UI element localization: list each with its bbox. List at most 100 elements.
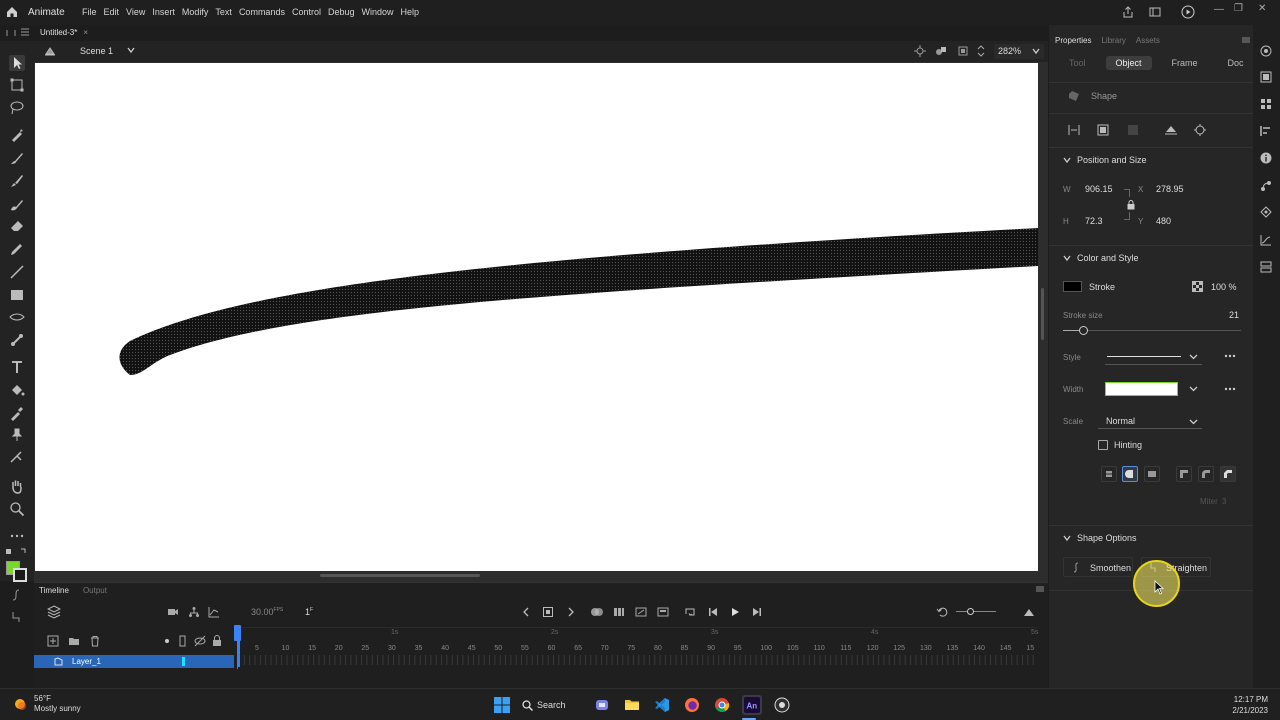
- menu-modify[interactable]: Modify: [182, 7, 209, 17]
- stroke-color-swatch[interactable]: [13, 568, 27, 582]
- stroke-shape[interactable]: [35, 63, 1038, 571]
- test-movie-icon[interactable]: [1181, 5, 1195, 19]
- join-miter-icon[interactable]: [1176, 466, 1192, 482]
- system-clock[interactable]: 12:17 PM 2/21/2023: [1232, 694, 1268, 716]
- minimize-icon[interactable]: —: [1214, 4, 1224, 15]
- bone-tool-icon[interactable]: [9, 332, 25, 348]
- more-tools-icon[interactable]: [9, 528, 25, 544]
- next-keyframe-icon[interactable]: [566, 606, 576, 618]
- straighten-option-icon[interactable]: [9, 610, 23, 624]
- stage-vertical-scrollbar[interactable]: [1041, 288, 1044, 340]
- scene-label[interactable]: Scene 1: [80, 46, 113, 56]
- color-style-header[interactable]: Color and Style: [1077, 253, 1139, 263]
- hide-layers-icon[interactable]: [194, 635, 206, 647]
- prev-keyframe-icon[interactable]: [521, 606, 531, 618]
- shape-settings-icon[interactable]: [1192, 122, 1208, 138]
- collapse-timeline-icon[interactable]: [1022, 606, 1036, 618]
- layers-icon[interactable]: [47, 605, 61, 619]
- step-back-icon[interactable]: [707, 606, 719, 618]
- menu-text[interactable]: Text: [215, 7, 232, 17]
- x-field[interactable]: 278.95: [1156, 184, 1184, 194]
- components-icon[interactable]: [1260, 261, 1272, 273]
- hand-tool-icon[interactable]: [9, 478, 25, 494]
- delete-layer-icon[interactable]: [89, 635, 101, 647]
- stroke-opacity-field[interactable]: 100 %: [1211, 282, 1237, 292]
- loop-icon[interactable]: [684, 606, 696, 618]
- edit-multiple-frames-icon[interactable]: [613, 606, 625, 618]
- share-icon[interactable]: [1122, 6, 1134, 18]
- stroke-color-swatch[interactable]: [1063, 281, 1082, 292]
- taskbar-search[interactable]: Search: [522, 695, 582, 715]
- frame-grid[interactable]: [237, 631, 1037, 669]
- y-field[interactable]: 480: [1156, 216, 1171, 226]
- menu-edit[interactable]: Edit: [104, 7, 120, 17]
- close-tab-icon[interactable]: ×: [83, 28, 88, 37]
- undo-zoom-icon[interactable]: [936, 606, 948, 618]
- frame-display[interactable]: 1F: [305, 607, 313, 617]
- stroke-size-handle[interactable]: [1078, 326, 1088, 335]
- pen-tool-icon[interactable]: [9, 127, 25, 143]
- cap-none-icon[interactable]: [1101, 466, 1117, 482]
- width-field[interactable]: 906.15: [1085, 184, 1113, 194]
- scene-dropdown-icon[interactable]: [126, 45, 136, 55]
- stroke-size-field[interactable]: 21: [1229, 310, 1239, 320]
- paint-bucket-tool-icon[interactable]: [9, 382, 25, 398]
- new-layer-icon[interactable]: [47, 635, 59, 647]
- color-icon[interactable]: [1260, 98, 1272, 110]
- position-size-chevron-icon[interactable]: [1063, 156, 1071, 164]
- scene-icon[interactable]: [44, 45, 56, 57]
- lock-layers-icon[interactable]: [212, 635, 222, 647]
- stage-canvas[interactable]: [35, 63, 1038, 571]
- lock-ratio-icon[interactable]: [1127, 200, 1135, 210]
- home-icon[interactable]: [6, 6, 18, 18]
- selection-tool-icon[interactable]: [9, 55, 25, 71]
- zoom-tool-icon[interactable]: [9, 501, 25, 517]
- cap-round-icon[interactable]: [1122, 466, 1138, 482]
- layer-row[interactable]: Layer_1: [34, 655, 234, 668]
- graph-icon[interactable]: [208, 606, 220, 618]
- layer-name[interactable]: Layer_1: [72, 657, 101, 666]
- obs-icon[interactable]: [772, 695, 792, 715]
- tab-properties[interactable]: Properties: [1055, 36, 1091, 45]
- text-tool-icon[interactable]: [9, 359, 25, 375]
- menu-file[interactable]: File: [82, 7, 97, 17]
- file-explorer-icon[interactable]: [622, 695, 642, 715]
- tab-library[interactable]: Library: [1101, 36, 1125, 45]
- animate-app-icon[interactable]: An: [742, 695, 762, 715]
- rectangle-tool-icon[interactable]: [9, 287, 25, 303]
- outline-layers-icon[interactable]: [179, 635, 187, 647]
- classic-tween-icon[interactable]: [635, 606, 647, 618]
- swatches-icon[interactable]: [1260, 71, 1272, 83]
- subtab-tool[interactable]: Tool: [1059, 56, 1096, 70]
- clip-canvas-icon[interactable]: [957, 45, 969, 57]
- timeline-menu-icon[interactable]: [1036, 586, 1044, 592]
- stroke-size-slider[interactable]: [1063, 326, 1241, 335]
- menu-insert[interactable]: Insert: [152, 7, 175, 17]
- frame-ruler[interactable]: 5 10 15 20 25 30 35 40 45 50 55 60 65 70 75 80 85 90 95 100…: [234, 625, 1038, 701]
- menu-window[interactable]: Window: [362, 7, 394, 17]
- position-size-header[interactable]: Position and Size: [1077, 155, 1147, 165]
- hinting-checkbox[interactable]: [1098, 440, 1108, 450]
- pencil-tool-icon[interactable]: [9, 241, 25, 257]
- paint-brush-tool-icon[interactable]: [9, 173, 25, 189]
- subtab-doc[interactable]: Doc: [1218, 56, 1254, 70]
- document-tab[interactable]: Untitled-3* ×: [40, 28, 88, 37]
- insert-keyframe-icon[interactable]: [542, 606, 554, 618]
- menu-debug[interactable]: Debug: [328, 7, 355, 17]
- weather-widget[interactable]: 56°F Mostly sunny: [12, 694, 81, 714]
- play-icon[interactable]: [729, 606, 741, 618]
- join-round-icon[interactable]: [1198, 466, 1214, 482]
- brush-tool-icon[interactable]: [9, 150, 25, 166]
- join-bevel-icon[interactable]: [1220, 466, 1236, 482]
- height-field[interactable]: 72.3: [1085, 216, 1103, 226]
- swap-colors-icon[interactable]: [5, 547, 29, 557]
- close-window-icon[interactable]: ✕: [1258, 3, 1266, 14]
- lasso-tool-icon[interactable]: [9, 100, 25, 116]
- color-style-chevron-icon[interactable]: [1063, 254, 1071, 262]
- fps-display[interactable]: 30.00FPS: [251, 607, 283, 617]
- width-profile-dropdown[interactable]: [1105, 381, 1202, 397]
- style-options-icon[interactable]: [1224, 353, 1236, 359]
- highlight-layers-icon[interactable]: [165, 639, 169, 643]
- layer-parenting-icon[interactable]: [188, 606, 200, 618]
- firefox-icon[interactable]: [682, 695, 702, 715]
